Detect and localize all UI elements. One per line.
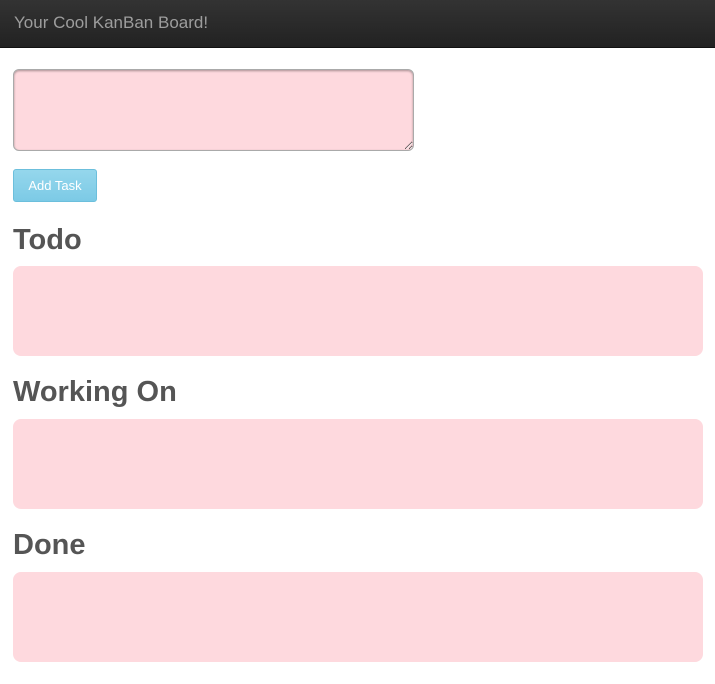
todo-column[interactable] — [13, 266, 703, 356]
done-column[interactable] — [13, 572, 703, 662]
task-input[interactable] — [13, 69, 414, 151]
add-task-button[interactable]: Add Task — [13, 169, 97, 202]
brand-title[interactable]: Your Cool KanBan Board! — [14, 13, 208, 33]
todo-heading: Todo — [13, 224, 82, 256]
working-on-heading: Working On — [13, 376, 177, 408]
done-heading: Done — [13, 529, 86, 561]
navbar: Your Cool KanBan Board! — [0, 0, 715, 48]
working-on-column[interactable] — [13, 419, 703, 509]
